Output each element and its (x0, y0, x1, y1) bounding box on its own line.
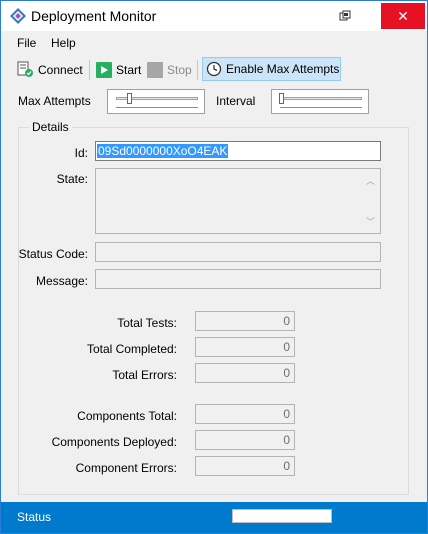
component-errors-value: 0 (195, 456, 295, 476)
state-field[interactable]: ︿ ﹀ (95, 168, 381, 234)
slider-thumb[interactable] (279, 93, 284, 104)
status-progress-bar (232, 509, 332, 523)
details-group-title: Details (29, 120, 72, 134)
start-button[interactable]: Start (93, 58, 144, 82)
connect-label: Connect (38, 63, 83, 77)
enable-max-attempts-button[interactable]: Enable Max Attempts (202, 57, 341, 81)
menu-file[interactable]: File (17, 36, 36, 50)
restore-window-icon[interactable] (335, 6, 355, 26)
enable-max-attempts-label: Enable Max Attempts (226, 62, 340, 76)
app-icon (9, 7, 27, 25)
interval-slider[interactable] (271, 89, 369, 114)
scroll-up-icon[interactable]: ︿ (366, 174, 375, 187)
component-errors-label: Component Errors: (75, 461, 177, 475)
stop-icon (147, 62, 163, 78)
status-bar: Status (1, 502, 427, 533)
slider-track (280, 97, 362, 100)
status-text: Status (17, 510, 52, 524)
start-label: Start (116, 63, 142, 77)
menu-bar: File Help (1, 33, 427, 55)
max-attempts-slider[interactable] (107, 89, 205, 114)
connect-icon (16, 60, 34, 81)
main-window: Deployment Monitor ✕ File Help Connect S… (0, 0, 428, 534)
status-code-field[interactable] (95, 242, 381, 262)
id-label: Id: (74, 146, 88, 160)
max-attempts-label: Max Attempts (18, 94, 91, 108)
status-code-label: Status Code: (18, 247, 88, 261)
stop-button[interactable]: Stop (144, 58, 195, 82)
window-title: Deployment Monitor (31, 8, 157, 24)
play-icon (96, 62, 112, 78)
components-total-value: 0 (195, 404, 295, 424)
message-field[interactable] (95, 269, 381, 289)
total-tests-value: 0 (195, 311, 295, 331)
clock-icon (206, 61, 222, 80)
toolbar-separator (197, 60, 198, 80)
connect-button[interactable]: Connect (13, 58, 86, 82)
menu-help[interactable]: Help (51, 36, 76, 50)
slider-ticks (116, 104, 198, 108)
id-value: 09Sd0000000XoO4EAK (97, 144, 229, 158)
toolbar-separator (89, 60, 90, 80)
interval-label: Interval (216, 94, 256, 108)
scroll-down-icon[interactable]: ﹀ (366, 215, 375, 228)
total-completed-value: 0 (195, 337, 295, 357)
state-scrollbar[interactable]: ︿ ﹀ (362, 170, 379, 232)
title-bar: Deployment Monitor ✕ (1, 1, 427, 31)
components-total-label: Components Total: (77, 409, 177, 423)
total-tests-label: Total Tests: (117, 316, 177, 330)
slider-thumb[interactable] (127, 93, 132, 104)
total-errors-value: 0 (195, 363, 295, 383)
close-button[interactable]: ✕ (381, 3, 425, 29)
message-label: Message: (35, 274, 88, 288)
total-completed-label: Total Completed: (86, 342, 177, 356)
slider-ticks (280, 104, 362, 108)
stop-label: Stop (167, 63, 192, 77)
id-field[interactable]: 09Sd0000000XoO4EAK (95, 141, 381, 161)
total-errors-label: Total Errors: (112, 368, 177, 382)
components-deployed-value: 0 (195, 430, 295, 450)
state-label: State: (56, 172, 88, 186)
components-deployed-label: Components Deployed: (51, 435, 177, 449)
